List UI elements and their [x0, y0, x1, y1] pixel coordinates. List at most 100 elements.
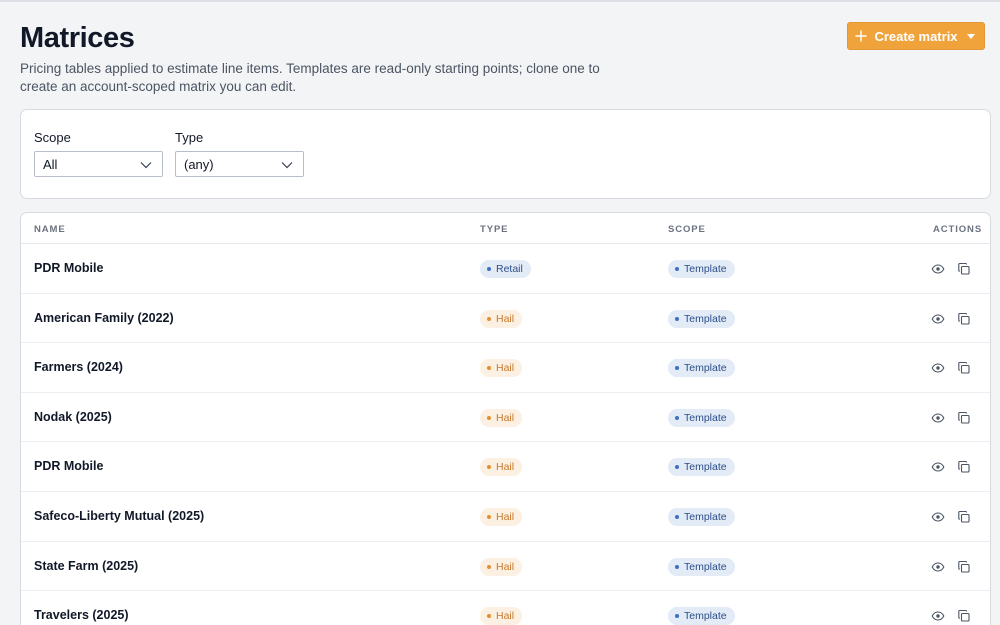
- scope-badge: Template: [668, 309, 735, 328]
- scope-badge-label: Template: [684, 411, 727, 424]
- scope-badge-label: Template: [684, 312, 727, 325]
- type-badge: Hail: [480, 607, 523, 625]
- scope-badge-label: Template: [684, 510, 727, 523]
- table-row[interactable]: Farmers (2024) Hail Template: [21, 343, 990, 393]
- copy-icon[interactable]: [957, 411, 971, 425]
- scope-filter-label: Scope: [34, 130, 71, 145]
- eye-icon[interactable]: [931, 460, 945, 474]
- scope-badge: Template: [668, 557, 735, 576]
- type-select[interactable]: (any): [175, 151, 304, 177]
- row-name[interactable]: PDR Mobile: [34, 261, 103, 275]
- eye-icon[interactable]: [931, 361, 945, 375]
- row-name[interactable]: Nodak (2025): [34, 410, 112, 424]
- scope-badge: Template: [668, 507, 735, 526]
- type-filter-label: Type: [175, 130, 204, 145]
- copy-icon[interactable]: [957, 312, 971, 326]
- badge-dot: [675, 564, 679, 569]
- badge-dot: [675, 415, 679, 420]
- scope-badge-label: Template: [684, 263, 727, 275]
- table-row[interactable]: State Farm (2025) Hail Template: [21, 542, 990, 592]
- caret-down-icon: [965, 30, 977, 42]
- table-row[interactable]: Nodak (2025) Hail Template: [21, 393, 990, 443]
- copy-icon[interactable]: [957, 262, 971, 276]
- badge-dot: [487, 465, 491, 470]
- eye-icon[interactable]: [931, 312, 945, 326]
- column-header-type[interactable]: TYPE: [480, 224, 508, 235]
- type-filter: Type (any): [175, 130, 304, 177]
- scope-select[interactable]: All: [34, 151, 163, 177]
- page: Matrices Pricing tables applied to estim…: [0, 0, 1000, 625]
- type-badge-label: Hail: [496, 312, 515, 325]
- chevron-down-icon: [281, 157, 293, 172]
- eye-icon[interactable]: [931, 262, 945, 276]
- type-badge-label: Hail: [496, 510, 515, 523]
- table-row[interactable]: PDR Mobile Retail Template: [21, 244, 990, 294]
- row-name[interactable]: Travelers (2025): [34, 608, 129, 622]
- badge-dot: [487, 614, 491, 619]
- badge-dot: [675, 366, 679, 371]
- type-badge: Hail: [480, 309, 523, 328]
- scope-badge-label: Template: [684, 560, 727, 573]
- eye-icon[interactable]: [931, 411, 945, 425]
- table-row[interactable]: PDR Mobile Hail Template: [21, 442, 990, 492]
- filters-panel: Scope All Type (any): [20, 109, 991, 199]
- type-badge-label: Hail: [496, 362, 515, 375]
- eye-icon[interactable]: [931, 560, 945, 574]
- row-name[interactable]: Farmers (2024): [34, 360, 123, 374]
- scope-badge: Template: [668, 359, 735, 378]
- type-badge: Hail: [480, 408, 523, 427]
- plus-icon: [855, 30, 868, 42]
- create-matrix-label: Create matrix: [874, 28, 958, 44]
- copy-icon[interactable]: [957, 361, 971, 375]
- table-row[interactable]: Travelers (2025) Hail Template: [21, 591, 990, 625]
- row-name[interactable]: Safeco-Liberty Mutual (2025): [34, 509, 204, 523]
- badge-dot: [487, 267, 491, 271]
- badge-dot: [487, 564, 491, 569]
- chevron-down-icon: [140, 157, 152, 172]
- scope-select-value: All: [43, 156, 58, 172]
- badge-dot: [675, 267, 679, 271]
- copy-icon[interactable]: [957, 609, 971, 623]
- type-badge: Hail: [480, 557, 523, 576]
- page-title: Matrices: [20, 22, 135, 54]
- row-name[interactable]: State Farm (2025): [34, 559, 138, 573]
- type-badge: Hail: [480, 359, 523, 378]
- scope-badge-label: Template: [684, 362, 727, 375]
- badge-dot: [487, 514, 491, 519]
- page-header: Matrices Pricing tables applied to estim…: [20, 20, 640, 96]
- scope-filter: Scope All: [34, 130, 163, 177]
- scope-badge: Template: [668, 607, 735, 625]
- copy-icon[interactable]: [957, 510, 971, 524]
- badge-dot: [675, 316, 679, 321]
- matrices-table: NAME TYPE SCOPE ACTIONS PDR Mobile Retail…: [20, 212, 991, 625]
- type-badge: Hail: [480, 507, 523, 526]
- eye-icon[interactable]: [931, 510, 945, 524]
- scope-badge: Template: [668, 260, 735, 278]
- scope-badge-label: Template: [684, 610, 727, 623]
- column-header-name[interactable]: NAME: [34, 224, 66, 235]
- type-badge-label: Hail: [496, 610, 515, 623]
- copy-icon[interactable]: [957, 560, 971, 574]
- table-body: PDR Mobile Retail Template American Family …: [21, 244, 990, 625]
- row-name[interactable]: American Family (2022): [34, 311, 174, 325]
- scope-badge: Template: [668, 458, 735, 477]
- badge-dot: [487, 366, 491, 371]
- table-row[interactable]: Safeco-Liberty Mutual (2025) Hail Template: [21, 492, 990, 542]
- type-badge-label: Hail: [496, 560, 515, 573]
- row-name[interactable]: PDR Mobile: [34, 459, 103, 473]
- column-header-actions: ACTIONS: [933, 224, 983, 235]
- badge-dot: [675, 465, 679, 470]
- badge-dot: [487, 415, 491, 420]
- type-badge-label: Retail: [496, 263, 523, 275]
- scope-badge: Template: [668, 408, 735, 427]
- table-row[interactable]: American Family (2022) Hail Template: [21, 294, 990, 344]
- create-matrix-button[interactable]: Create matrix: [847, 22, 985, 50]
- column-header-scope[interactable]: SCOPE: [668, 224, 706, 235]
- type-badge-label: Hail: [496, 461, 515, 474]
- type-select-value: (any): [184, 156, 214, 172]
- copy-icon[interactable]: [957, 460, 971, 474]
- type-badge-label: Hail: [496, 411, 515, 424]
- eye-icon[interactable]: [931, 609, 945, 623]
- type-badge: Hail: [480, 458, 523, 477]
- badge-dot: [675, 614, 679, 619]
